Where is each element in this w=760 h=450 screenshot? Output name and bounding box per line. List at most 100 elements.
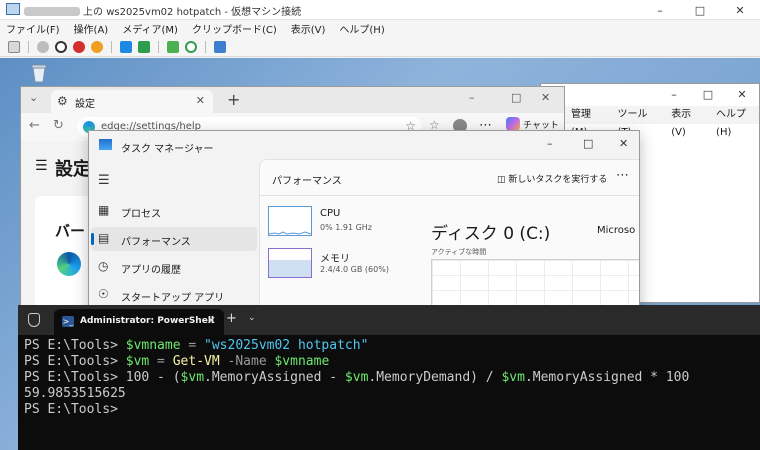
tab-powershell[interactable]: >_ Administrator: PowerShell ✕ xyxy=(54,309,224,335)
menu-media[interactable]: メディア(M) xyxy=(122,21,178,36)
terminal-token: PS E:\Tools> xyxy=(24,402,118,417)
close-tab-icon[interactable]: ✕ xyxy=(196,94,205,107)
divider xyxy=(260,195,639,196)
disk-vendor: Microso xyxy=(597,225,636,236)
pause-icon[interactable] xyxy=(120,40,132,53)
menu-help[interactable]: ヘルプ(H) xyxy=(339,21,384,36)
back-icon[interactable]: ← xyxy=(29,118,40,133)
terminal-token: Get-VM xyxy=(172,354,220,369)
terminal-token: .MemoryAssigned * 100 xyxy=(524,370,690,385)
active-time-label: アクティブな時間 xyxy=(431,248,487,256)
chevron-down-icon[interactable]: ⌄ xyxy=(248,313,256,323)
nav-startup-apps[interactable]: ☉ スタートアップ アプリ xyxy=(91,283,257,307)
menu-file[interactable]: ファイル(F) xyxy=(6,21,60,36)
revert-icon[interactable] xyxy=(185,40,197,53)
enhanced-session-icon[interactable] xyxy=(214,40,226,53)
terminal-token: $vm xyxy=(125,354,150,369)
terminal-token: $vmname xyxy=(125,338,181,353)
terminal-output[interactable]: PS E:\Tools> $vmname = "ws2025vm02 hotpa… xyxy=(24,338,689,418)
toolbar-divider xyxy=(28,40,29,53)
run-task-icon: ◫ xyxy=(497,175,506,185)
nav-app-history[interactable]: ◷ アプリの履歴 xyxy=(91,255,257,279)
settings-menu-icon[interactable]: ☰ xyxy=(35,158,48,174)
gear-icon: ⚙ xyxy=(57,94,68,108)
terminal-line: 59.9853515625 xyxy=(24,386,689,402)
ctrl-alt-del-icon[interactable] xyxy=(8,40,20,53)
performance-icon: ▤ xyxy=(98,231,110,245)
powershell-terminal-window: >_ Administrator: PowerShell ✕ + ⌄ PS E:… xyxy=(18,305,760,450)
recycle-bin-icon[interactable] xyxy=(28,62,50,84)
tab-title: Administrator: PowerShell xyxy=(80,316,214,326)
edge-close-button[interactable]: ✕ xyxy=(541,91,550,104)
tab-label: 設定 xyxy=(75,99,95,110)
admin-shield-icon xyxy=(28,313,40,327)
nav-processes[interactable]: ▦ プロセス xyxy=(91,199,257,223)
bg-minimize-button[interactable]: – xyxy=(657,84,691,106)
vm-toolbar xyxy=(0,37,760,57)
disk-title: ディスク 0 (C:) xyxy=(431,224,551,244)
shutdown-icon[interactable] xyxy=(73,40,85,53)
menu-view[interactable]: 表示(V) xyxy=(291,21,326,36)
maximize-button[interactable]: □ xyxy=(680,0,720,20)
vm-title-bar: 上の ws2025vm02 hotpatch - 仮想マシン接続 – □ ✕ xyxy=(0,0,760,20)
terminal-token: $vm xyxy=(501,370,525,385)
new-tab-button[interactable]: + xyxy=(227,90,240,109)
turnoff-icon[interactable] xyxy=(55,40,67,53)
bg-menu-manage[interactable]: 管理(M) xyxy=(571,106,606,138)
processes-icon: ▦ xyxy=(98,203,110,217)
run-new-task-button[interactable]: ◫ 新しいタスクを実行する xyxy=(497,172,607,185)
bg-menu-view[interactable]: 表示(V) xyxy=(671,106,704,138)
terminal-token: 59.9853515625 xyxy=(24,386,126,401)
checkpoint-icon[interactable] xyxy=(167,40,179,53)
tm-minimize-button[interactable]: – xyxy=(547,137,553,150)
terminal-line: PS E:\Tools> 100 - ($vm.MemoryAssigned -… xyxy=(24,370,689,386)
bg-menu-tools[interactable]: ツール(T) xyxy=(618,106,660,138)
hamburger-menu-icon[interactable]: ☰ xyxy=(98,173,110,188)
new-tab-button[interactable]: + xyxy=(226,311,237,326)
memory-detail: 2.4/4.0 GB (60%) xyxy=(320,265,389,274)
start-icon[interactable] xyxy=(37,40,49,53)
vm-menu-bar: ファイル(F) 操作(A) メディア(M) クリップボード(C) 表示(V) ヘ… xyxy=(0,20,760,37)
cpu-label: CPU xyxy=(320,208,341,219)
task-manager-title: タスク マネージャー xyxy=(121,144,214,155)
refresh-icon[interactable]: ↻ xyxy=(53,118,64,133)
tab-actions-chevron-icon[interactable]: ⌄ xyxy=(29,91,38,104)
bg-close-button[interactable]: ✕ xyxy=(725,84,759,106)
more-icon[interactable]: ⋯ xyxy=(616,168,629,183)
bg-maximize-button[interactable]: □ xyxy=(691,84,725,106)
menu-action[interactable]: 操作(A) xyxy=(74,21,109,36)
terminal-token: $vmname xyxy=(274,354,330,369)
terminal-token: $vm xyxy=(344,370,369,385)
terminal-line: PS E:\Tools> xyxy=(24,402,689,418)
tm-maximize-button[interactable]: □ xyxy=(583,137,593,150)
tm-close-button[interactable]: ✕ xyxy=(619,137,628,150)
close-button[interactable]: ✕ xyxy=(720,0,760,20)
copilot-chat-button[interactable]: チャット xyxy=(506,117,559,131)
memory-mini-graph xyxy=(268,248,312,278)
resume-icon[interactable] xyxy=(138,40,150,53)
startup-icon: ☉ xyxy=(98,287,109,301)
terminal-token: -Name xyxy=(219,354,275,369)
close-tab-icon[interactable]: ✕ xyxy=(207,314,216,327)
history-icon: ◷ xyxy=(98,259,109,273)
terminal-token: PS E:\Tools> xyxy=(24,338,126,353)
powershell-icon: >_ xyxy=(62,316,74,327)
minimize-button[interactable]: – xyxy=(640,0,680,20)
menu-clipboard[interactable]: クリップボード(C) xyxy=(192,21,277,36)
save-icon[interactable] xyxy=(91,40,103,53)
redacted-host xyxy=(24,7,80,16)
tab-settings[interactable]: ⚙ 設定 ✕ xyxy=(51,90,213,113)
cpu-detail: 0% 1.91 GHz xyxy=(320,223,373,232)
bg-menu-help[interactable]: ヘルプ(H) xyxy=(716,106,759,138)
edge-product-logo xyxy=(57,252,81,276)
terminal-token: = xyxy=(180,338,205,353)
terminal-token: "ws2025vm02 hotpatch" xyxy=(204,338,369,353)
page-title: 設定 xyxy=(55,159,91,180)
edge-minimize-button[interactable]: – xyxy=(469,91,475,104)
toolbar-divider xyxy=(111,40,112,53)
terminal-token: $vm xyxy=(180,370,205,385)
section-heading: バー xyxy=(55,222,86,240)
edge-maximize-button[interactable]: □ xyxy=(511,91,521,104)
nav-performance[interactable]: ▤ パフォーマンス xyxy=(91,227,257,251)
vm-connection-window: 上の ws2025vm02 hotpatch - 仮想マシン接続 – □ ✕ フ… xyxy=(0,0,760,450)
